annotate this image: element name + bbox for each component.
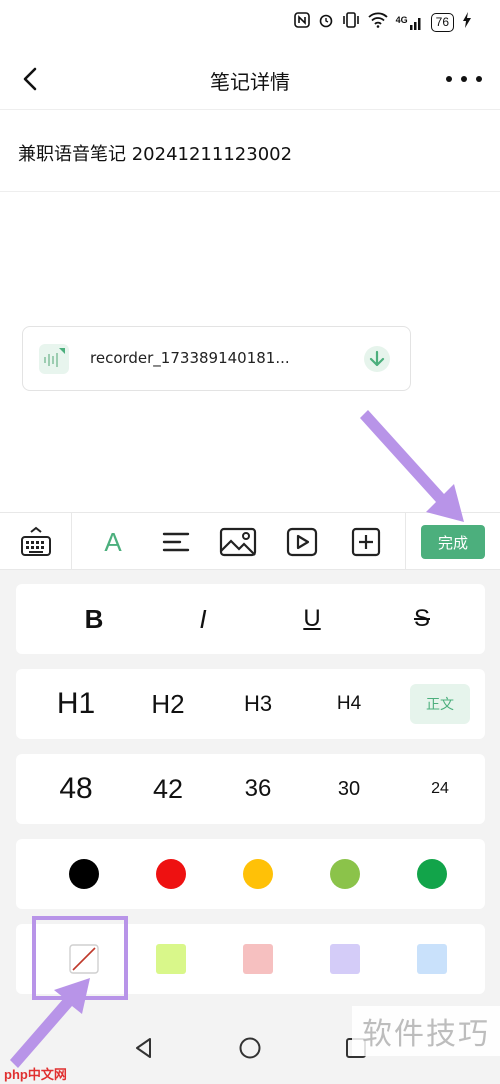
wifi-icon <box>368 12 388 33</box>
color-dot <box>156 859 186 889</box>
body-text-button[interactable]: 正文 <box>410 684 470 724</box>
title-divider <box>0 191 500 192</box>
font-size-row: 48 42 36 30 24 <box>16 754 485 824</box>
battery-indicator: 76 <box>430 13 454 32</box>
heading-row: H1 H2 H3 H4 正文 <box>16 669 485 739</box>
highlight-swatch <box>156 944 186 974</box>
image-icon <box>219 527 257 557</box>
color-dot <box>243 859 273 889</box>
more-dot <box>446 76 452 82</box>
site-watermark: php中文网 <box>4 1067 67 1082</box>
highlight-swatch <box>243 944 273 974</box>
highlight-pink[interactable] <box>214 924 302 994</box>
charging-icon <box>462 12 472 33</box>
signal-4g-icon: 4G <box>395 14 423 30</box>
font-size-42-button[interactable]: 42 <box>124 754 212 824</box>
text-color-yellow[interactable] <box>214 839 302 909</box>
arrow-to-done <box>360 410 464 522</box>
status-icons: 4G 76 <box>293 12 472 33</box>
keyboard-icon <box>21 526 51 556</box>
keyboard-toggle-button[interactable] <box>18 525 54 559</box>
note-title[interactable]: 兼职语音笔记 20241211123002 <box>18 140 292 166</box>
more-dot <box>476 76 482 82</box>
text-format-button[interactable]: A <box>95 525 131 559</box>
header: 笔记详情 <box>0 48 500 110</box>
highlight-light-blue[interactable] <box>388 924 476 994</box>
text-color-green[interactable] <box>388 839 476 909</box>
highlight-swatch <box>330 944 360 974</box>
insert-video-button[interactable] <box>284 525 320 559</box>
done-button[interactable]: 完成 <box>421 525 485 559</box>
font-size-48-button[interactable]: 48 <box>32 754 120 824</box>
heading-2-button[interactable]: H2 <box>124 669 212 739</box>
text-color-light-green[interactable] <box>301 839 389 909</box>
audio-attachment-card[interactable]: recorder_173389140181... <box>22 326 411 391</box>
nfc-icon <box>293 12 310 33</box>
heading-3-button[interactable]: H3 <box>214 669 302 739</box>
page-title: 笔记详情 <box>210 70 290 94</box>
more-options-button[interactable] <box>446 66 482 92</box>
signal-label: 4G <box>395 14 408 25</box>
body-text-cell: 正文 <box>394 669 486 739</box>
toolbar-divider <box>71 513 72 571</box>
text-color-red[interactable] <box>127 839 215 909</box>
underline-button[interactable]: U <box>264 584 360 654</box>
italic-button[interactable]: I <box>155 584 251 654</box>
insert-image-button[interactable] <box>218 525 258 559</box>
status-bar: 4G 76 <box>0 0 500 48</box>
align-left-icon <box>162 532 190 552</box>
nav-back-button[interactable] <box>132 1036 156 1060</box>
more-dot <box>461 76 467 82</box>
color-dot <box>417 859 447 889</box>
font-size-36-button[interactable]: 36 <box>214 754 302 824</box>
heading-1-button[interactable]: H1 <box>32 669 120 739</box>
font-size-30-button[interactable]: 30 <box>305 754 393 824</box>
circle-home-icon <box>239 1037 261 1059</box>
audio-file-icon <box>39 344 69 374</box>
vibrate-icon <box>342 12 360 33</box>
text-color-row <box>16 839 485 909</box>
download-button[interactable] <box>364 346 390 372</box>
triangle-back-icon <box>136 1038 151 1058</box>
nav-home-button[interactable] <box>238 1036 262 1060</box>
download-icon <box>369 350 385 367</box>
highlight-swatch <box>417 944 447 974</box>
color-dot <box>69 859 99 889</box>
align-button[interactable] <box>158 525 194 559</box>
color-dot <box>330 859 360 889</box>
strikethrough-button[interactable]: S <box>374 584 470 654</box>
watermark: 软件技巧 <box>352 1006 500 1056</box>
heading-4-button[interactable]: H4 <box>305 669 393 739</box>
insert-more-button[interactable] <box>348 525 384 559</box>
bold-button[interactable]: B <box>46 584 142 654</box>
toolbar-divider <box>405 513 406 571</box>
plus-box-icon <box>351 527 381 557</box>
annotation-highlight-box <box>32 916 128 1000</box>
video-play-icon <box>286 527 318 557</box>
font-size-24-button[interactable]: 24 <box>396 754 484 824</box>
text-style-row: B I U S <box>16 584 485 654</box>
attachment-filename: recorder_173389140181... <box>90 349 290 367</box>
highlight-lime[interactable] <box>127 924 215 994</box>
highlight-lavender[interactable] <box>301 924 389 994</box>
alarm-icon <box>318 12 334 33</box>
text-color-black[interactable] <box>40 839 128 909</box>
